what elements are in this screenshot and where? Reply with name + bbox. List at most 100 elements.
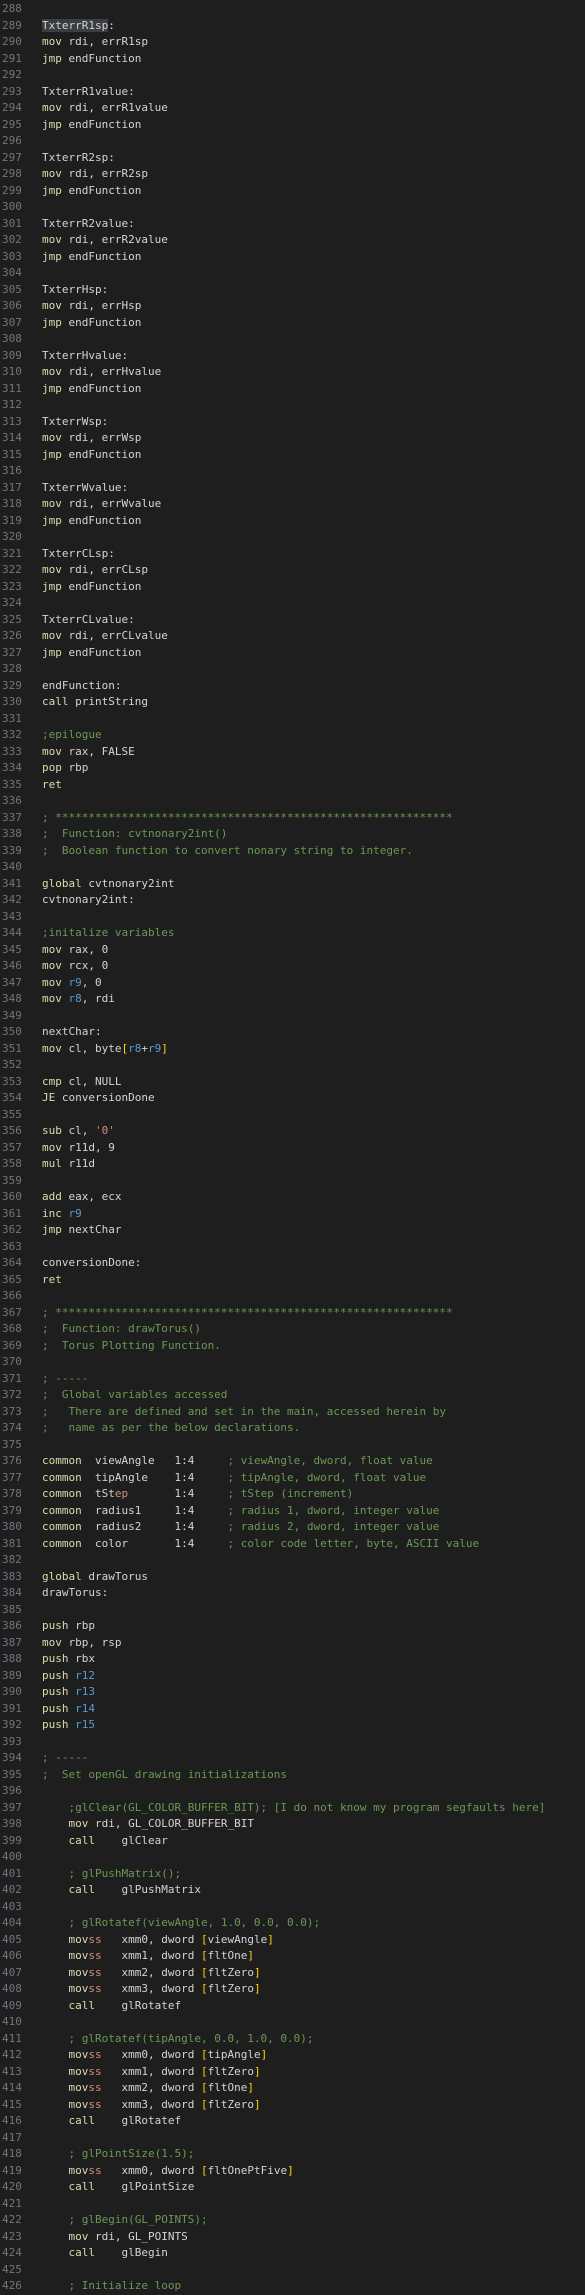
code-text[interactable]: mov rax, 0 (42, 942, 585, 959)
code-text[interactable]: mov rdi, errWsp (42, 430, 585, 447)
code-text[interactable]: TxterrWvalue: (42, 480, 585, 497)
code-line[interactable]: 381 common color 1:4 ; color code letter,… (0, 1536, 585, 1553)
code-line[interactable]: 302 mov rdi, errR2value (0, 232, 585, 249)
code-line[interactable]: 398 mov rdi, GL_COLOR_BUFFER_BIT (0, 1816, 585, 1833)
code-text[interactable]: common radius1 1:4 ; radius 1, dword, in… (42, 1503, 585, 1520)
code-text[interactable]: ; glRotatef(tipAngle, 0.0, 1.0, 0.0); (42, 2031, 585, 2048)
code-text[interactable] (42, 711, 585, 728)
code-text[interactable] (42, 2196, 585, 2213)
code-line[interactable]: 308 (0, 331, 585, 348)
code-line[interactable]: 393 (0, 1734, 585, 1751)
code-line[interactable]: 320 (0, 529, 585, 546)
code-line[interactable]: 383 global drawTorus (0, 1569, 585, 1586)
code-text[interactable]: ; name as per the below declarations. (42, 1420, 585, 1437)
code-text[interactable]: jmp endFunction (42, 381, 585, 398)
code-text[interactable]: movss xmm0, dword [viewAngle] (42, 1932, 585, 1949)
code-text[interactable]: TxterrHsp: (42, 282, 585, 299)
code-text[interactable]: mov rdi, errHvalue (42, 364, 585, 381)
code-line[interactable]: 313 TxterrWsp: (0, 414, 585, 431)
code-text[interactable] (42, 793, 585, 810)
code-text[interactable]: call glBegin (42, 2245, 585, 2262)
code-line[interactable]: 412 movss xmm0, dword [tipAngle] (0, 2047, 585, 2064)
code-line[interactable]: 318 mov rdi, errWvalue (0, 496, 585, 513)
code-text[interactable]: ; ----- (42, 1371, 585, 1388)
code-text[interactable] (42, 2262, 585, 2279)
code-text[interactable]: mov rdi, GL_POINTS (42, 2229, 585, 2246)
code-text[interactable]: push r13 (42, 1684, 585, 1701)
code-line[interactable]: 416 call glRotatef (0, 2113, 585, 2130)
code-text[interactable]: add eax, ecx (42, 1189, 585, 1206)
code-line[interactable]: 394 ; ----- (0, 1750, 585, 1767)
code-line[interactable]: 298 mov rdi, errR2sp (0, 166, 585, 183)
code-text[interactable]: mov rdi, GL_COLOR_BUFFER_BIT (42, 1816, 585, 1833)
code-line[interactable]: 414 movss xmm2, dword [fltOne] (0, 2080, 585, 2097)
code-text[interactable]: ; **************************************… (42, 810, 585, 827)
code-line[interactable]: 356 sub cl, '0' (0, 1123, 585, 1140)
code-line[interactable]: 407 movss xmm2, dword [fltZero] (0, 1965, 585, 1982)
code-text[interactable]: TxterrR1sp: (42, 18, 585, 35)
code-line[interactable]: 291 jmp endFunction (0, 51, 585, 68)
code-text[interactable] (42, 463, 585, 480)
code-text[interactable] (42, 265, 585, 282)
code-line[interactable]: 340 (0, 859, 585, 876)
code-text[interactable]: ; Global variables accessed (42, 1387, 585, 1404)
code-text[interactable]: TxterrWsp: (42, 414, 585, 431)
code-text[interactable]: ; glPointSize(1.5); (42, 2146, 585, 2163)
code-line[interactable]: 426 ; Initialize loop (0, 2278, 585, 2295)
code-line[interactable]: 319 jmp endFunction (0, 513, 585, 530)
code-line[interactable]: 304 (0, 265, 585, 282)
code-line[interactable]: 392 push r15 (0, 1717, 585, 1734)
code-line[interactable]: 335 ret (0, 777, 585, 794)
code-line[interactable]: 365 ret (0, 1272, 585, 1289)
code-text[interactable]: mov rdi, errR1sp (42, 34, 585, 51)
code-line[interactable]: 354 JE conversionDone (0, 1090, 585, 1107)
code-line[interactable]: 316 (0, 463, 585, 480)
code-line[interactable]: 350 nextChar: (0, 1024, 585, 1041)
code-text[interactable]: mov rcx, 0 (42, 958, 585, 975)
code-line[interactable]: 359 (0, 1173, 585, 1190)
code-text[interactable]: mov r11d, 9 (42, 1140, 585, 1157)
code-line[interactable]: 387 mov rbp, rsp (0, 1635, 585, 1652)
code-line[interactable]: 389 push r12 (0, 1668, 585, 1685)
code-line[interactable]: 344 ;initalize variables (0, 925, 585, 942)
code-text[interactable]: mov rdi, errR1value (42, 100, 585, 117)
code-line[interactable]: 371 ; ----- (0, 1371, 585, 1388)
code-text[interactable]: cvtnonary2int: (42, 892, 585, 909)
code-text[interactable] (42, 909, 585, 926)
code-line[interactable]: 379 common radius1 1:4 ; radius 1, dword,… (0, 1503, 585, 1520)
code-line[interactable]: 315 jmp endFunction (0, 447, 585, 464)
code-line[interactable]: 424 call glBegin (0, 2245, 585, 2262)
code-line[interactable]: 409 call glRotatef (0, 1998, 585, 2015)
code-text[interactable]: ; Function: cvtnonary2int() (42, 826, 585, 843)
code-text[interactable]: TxterrR2sp: (42, 150, 585, 167)
code-line[interactable]: 367 ; ***********************************… (0, 1305, 585, 1322)
code-text[interactable] (42, 1008, 585, 1025)
code-line[interactable]: 362 jmp nextChar (0, 1222, 585, 1239)
code-text[interactable]: movss xmm1, dword [fltZero] (42, 2064, 585, 2081)
code-text[interactable]: cmp cl, NULL (42, 1074, 585, 1091)
code-text[interactable]: jmp endFunction (42, 249, 585, 266)
code-line[interactable]: 348 mov r8, rdi (0, 991, 585, 1008)
code-text[interactable]: ;glClear(GL_COLOR_BUFFER_BIT); [I do not… (42, 1800, 585, 1817)
code-text[interactable]: movss xmm2, dword [fltOne] (42, 2080, 585, 2097)
code-line[interactable]: 388 push rbx (0, 1651, 585, 1668)
code-line[interactable]: 331 (0, 711, 585, 728)
code-line[interactable]: 401 ; glPushMatrix(); (0, 1866, 585, 1883)
code-line[interactable]: 323 jmp endFunction (0, 579, 585, 596)
code-text[interactable]: ret (42, 1272, 585, 1289)
code-text[interactable]: mov rbp, rsp (42, 1635, 585, 1652)
code-line[interactable]: 312 (0, 397, 585, 414)
code-line[interactable]: 310 mov rdi, errHvalue (0, 364, 585, 381)
code-line[interactable]: 306 mov rdi, errHsp (0, 298, 585, 315)
code-line[interactable]: 290 mov rdi, errR1sp (0, 34, 585, 51)
code-line[interactable]: 372 ; Global variables accessed (0, 1387, 585, 1404)
code-text[interactable]: jmp endFunction (42, 645, 585, 662)
code-text[interactable]: mov rdi, errCLsp (42, 562, 585, 579)
code-line[interactable]: 415 movss xmm3, dword [fltZero] (0, 2097, 585, 2114)
code-text[interactable]: call glPointSize (42, 2179, 585, 2196)
code-line[interactable]: 343 (0, 909, 585, 926)
code-line[interactable]: 294 mov rdi, errR1value (0, 100, 585, 117)
code-line[interactable]: 360 add eax, ecx (0, 1189, 585, 1206)
code-text[interactable] (42, 1288, 585, 1305)
code-line[interactable]: 411 ; glRotatef(tipAngle, 0.0, 1.0, 0.0)… (0, 2031, 585, 2048)
